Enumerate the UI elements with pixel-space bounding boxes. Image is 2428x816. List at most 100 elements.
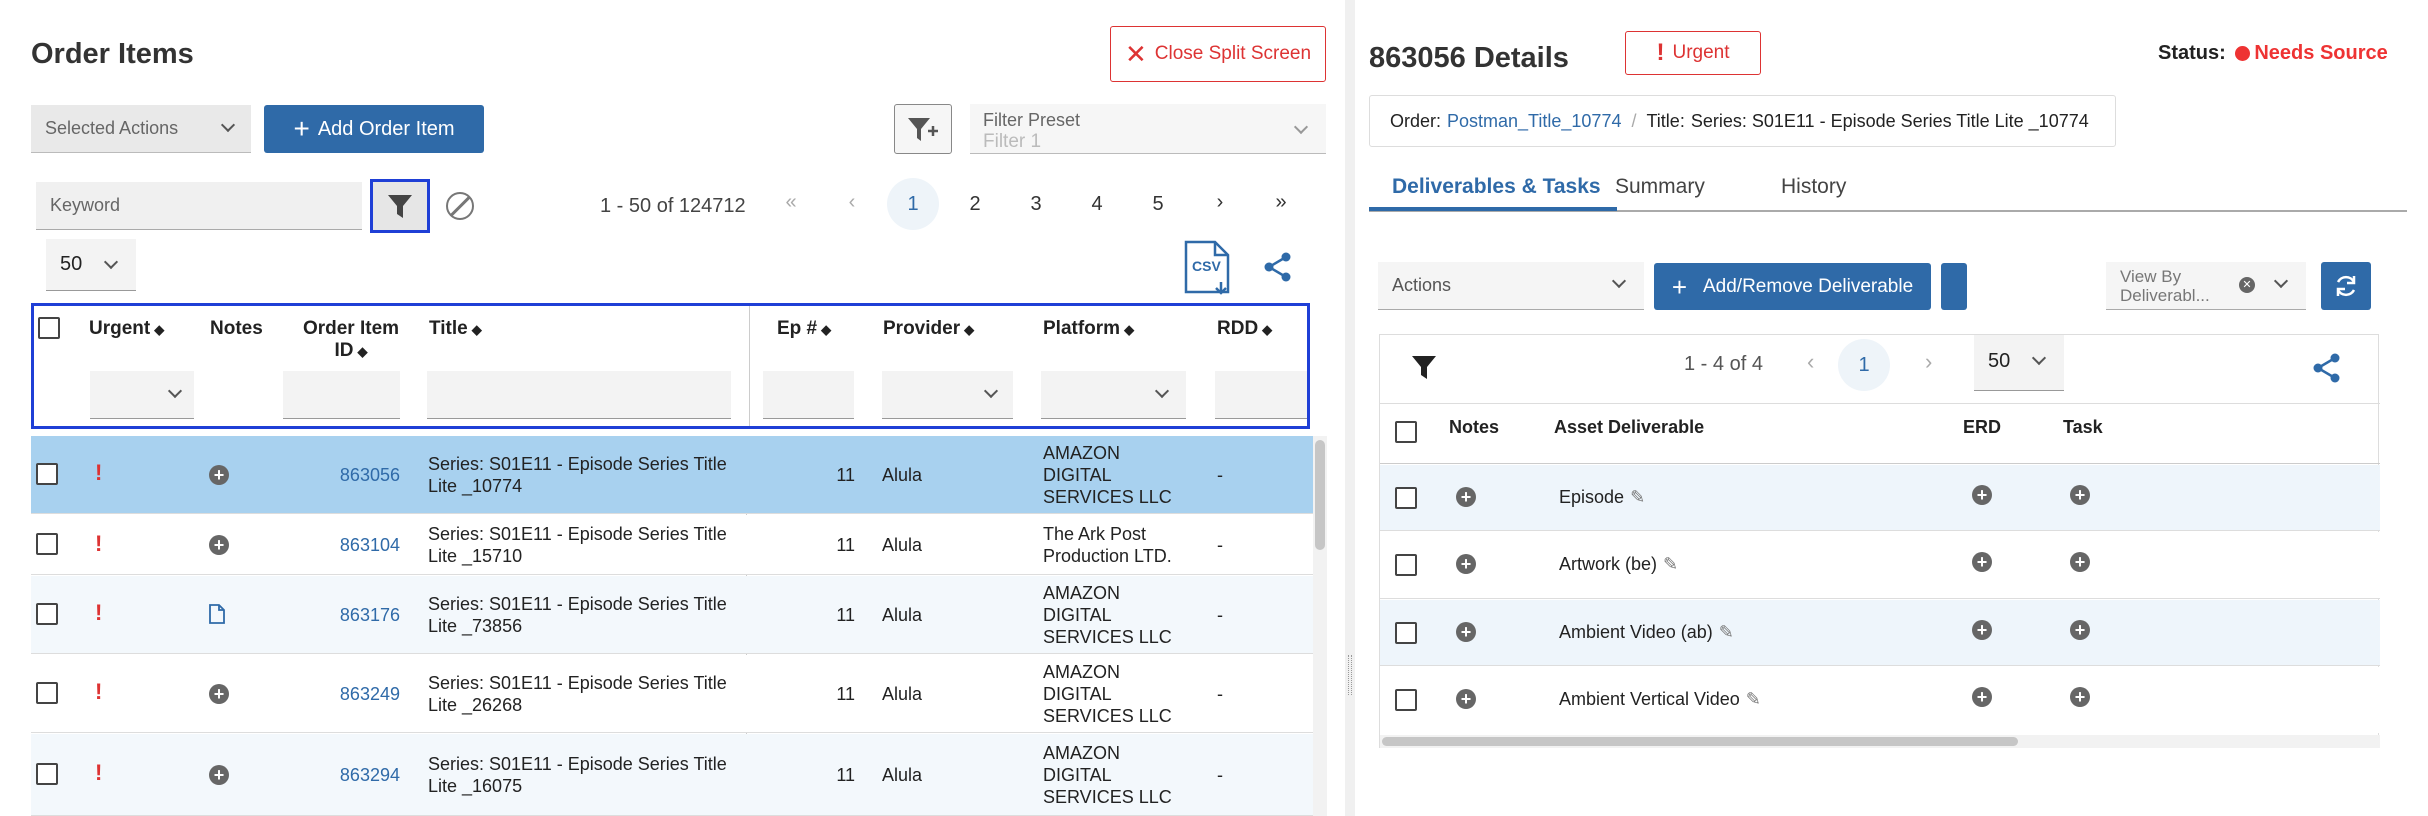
- select-all-checkbox[interactable]: [38, 317, 60, 339]
- order-item-id-link[interactable]: 863056: [262, 464, 400, 486]
- row-checkbox[interactable]: [36, 463, 58, 485]
- keyword-input[interactable]: Keyword: [36, 182, 362, 230]
- column-urgent[interactable]: Urgent ◆: [89, 318, 164, 341]
- title-filter[interactable]: [427, 371, 731, 419]
- list-item[interactable]: + Ambient Vertical Video ✎ + +: [1380, 667, 2380, 733]
- selected-actions-dropdown[interactable]: Selected Actions: [31, 105, 251, 153]
- scrollbar-thumb[interactable]: [1315, 440, 1325, 550]
- order-item-id-link[interactable]: 863249: [262, 683, 400, 705]
- more-actions-button[interactable]: [1941, 263, 1967, 310]
- share-icon[interactable]: [2312, 353, 2342, 388]
- scrollbar-thumb[interactable]: [1382, 737, 2018, 746]
- add-remove-deliverable-button[interactable]: + Add/Remove Deliverable: [1654, 263, 1931, 310]
- next-page-button[interactable]: ›: [1925, 349, 1932, 375]
- add-task-icon[interactable]: +: [2070, 552, 2090, 572]
- note-document-icon[interactable]: [208, 603, 226, 630]
- add-note-icon[interactable]: +: [209, 535, 229, 555]
- csv-export-button[interactable]: CSV: [1183, 240, 1233, 296]
- page-2-button[interactable]: 2: [955, 193, 995, 216]
- urgent-icon: !: [95, 679, 103, 704]
- tab-summary[interactable]: Summary: [1615, 175, 1705, 199]
- actions-dropdown[interactable]: Actions: [1378, 262, 1644, 310]
- list-item[interactable]: + Episode ✎ + +: [1380, 465, 2380, 531]
- add-note-icon[interactable]: +: [209, 765, 229, 785]
- column-order-item-id[interactable]: Order Item ID ◆: [286, 318, 416, 363]
- clear-icon[interactable]: ✕: [2239, 277, 2255, 293]
- column-rdd[interactable]: RDD ◆: [1217, 318, 1272, 341]
- horizontal-scrollbar[interactable]: [1380, 735, 2380, 748]
- add-task-icon[interactable]: +: [2070, 620, 2090, 640]
- add-note-icon[interactable]: +: [1456, 554, 1476, 574]
- split-divider[interactable]: [1345, 0, 1355, 816]
- page-size-select[interactable]: 50: [46, 239, 136, 291]
- row-checkbox[interactable]: [1395, 689, 1417, 711]
- row-checkbox[interactable]: [36, 533, 58, 555]
- select-all-checkbox[interactable]: [1395, 421, 1417, 443]
- table-row[interactable]: ! + 863056 Series: S01E11 - Episode Seri…: [31, 436, 1313, 514]
- order-item-id-link[interactable]: 863176: [262, 604, 400, 626]
- close-split-screen-button[interactable]: ✕ Close Split Screen: [1110, 26, 1326, 82]
- add-note-icon[interactable]: +: [209, 684, 229, 704]
- urgent-badge[interactable]: ! Urgent: [1625, 31, 1761, 75]
- add-note-icon[interactable]: +: [1456, 689, 1476, 709]
- provider-filter-select[interactable]: [882, 371, 1013, 419]
- order-link[interactable]: Postman_Title_10774: [1447, 111, 1621, 132]
- add-note-icon[interactable]: +: [1456, 622, 1476, 642]
- tab-history[interactable]: History: [1781, 175, 1846, 199]
- row-checkbox[interactable]: [36, 763, 58, 785]
- order-item-id-filter[interactable]: [283, 371, 400, 419]
- order-item-id-link[interactable]: 863294: [262, 764, 400, 786]
- column-platform[interactable]: Platform ◆: [1043, 318, 1134, 341]
- filter-icon[interactable]: [1410, 353, 1438, 386]
- list-item[interactable]: + Ambient Video (ab) ✎ + +: [1380, 600, 2380, 666]
- table-row[interactable]: ! 863176 Series: S01E11 - Episode Series…: [31, 576, 1313, 654]
- prev-page-button[interactable]: ‹: [1807, 349, 1814, 375]
- urgent-filter-select[interactable]: [90, 371, 194, 419]
- add-erd-icon[interactable]: +: [1972, 485, 1992, 505]
- add-erd-icon[interactable]: +: [1972, 620, 1992, 640]
- add-note-icon[interactable]: +: [1456, 487, 1476, 507]
- row-checkbox[interactable]: [36, 682, 58, 704]
- view-by-select[interactable]: View By Deliverabl... ✕: [2106, 262, 2306, 310]
- add-task-icon[interactable]: +: [2070, 687, 2090, 707]
- platform-filter-select[interactable]: [1041, 371, 1186, 419]
- add-task-icon[interactable]: +: [2070, 485, 2090, 505]
- add-note-icon[interactable]: +: [209, 465, 229, 485]
- first-page-button[interactable]: «: [771, 191, 811, 214]
- rdd-filter[interactable]: [1215, 371, 1307, 419]
- refresh-button[interactable]: [2321, 262, 2371, 310]
- page-1-button[interactable]: 1: [1838, 339, 1890, 391]
- row-checkbox[interactable]: [1395, 622, 1417, 644]
- add-order-item-button[interactable]: + Add Order Item: [264, 105, 484, 153]
- row-checkbox[interactable]: [1395, 554, 1417, 576]
- vertical-scrollbar[interactable]: [1313, 436, 1327, 816]
- apply-filter-button[interactable]: [370, 179, 430, 233]
- share-icon[interactable]: [1263, 252, 1293, 282]
- add-erd-icon[interactable]: +: [1972, 687, 1992, 707]
- page-1-button[interactable]: 1: [887, 178, 939, 230]
- last-page-button[interactable]: »: [1261, 191, 1301, 214]
- filter-preset-select[interactable]: Filter Preset Filter 1: [970, 104, 1326, 154]
- chevron-down-icon: [1293, 119, 1309, 135]
- ep-filter[interactable]: [763, 371, 854, 419]
- prev-page-button[interactable]: ‹: [832, 191, 872, 214]
- clear-filter-icon[interactable]: [446, 192, 474, 220]
- list-item[interactable]: + Artwork (be) ✎ + +: [1380, 532, 2380, 599]
- order-item-id-link[interactable]: 863104: [262, 534, 400, 556]
- tab-deliverables-tasks[interactable]: Deliverables & Tasks: [1392, 175, 1601, 199]
- column-ep[interactable]: Ep # ◆: [777, 318, 831, 341]
- page-3-button[interactable]: 3: [1016, 193, 1056, 216]
- row-checkbox[interactable]: [1395, 487, 1417, 509]
- column-title[interactable]: Title ◆: [429, 318, 482, 341]
- add-erd-icon[interactable]: +: [1972, 552, 1992, 572]
- add-filter-button[interactable]: [894, 104, 952, 154]
- row-checkbox[interactable]: [36, 603, 58, 625]
- column-provider[interactable]: Provider ◆: [883, 318, 974, 341]
- page-5-button[interactable]: 5: [1138, 193, 1178, 216]
- next-page-button[interactable]: ›: [1200, 191, 1240, 214]
- page-4-button[interactable]: 4: [1077, 193, 1117, 216]
- table-row[interactable]: ! + 863249 Series: S01E11 - Episode Seri…: [31, 655, 1313, 733]
- page-size-select[interactable]: 50: [1974, 335, 2064, 391]
- table-row[interactable]: ! + 863294 Series: S01E11 - Episode Seri…: [31, 734, 1313, 816]
- table-row[interactable]: ! + 863104 Series: S01E11 - Episode Seri…: [31, 515, 1313, 575]
